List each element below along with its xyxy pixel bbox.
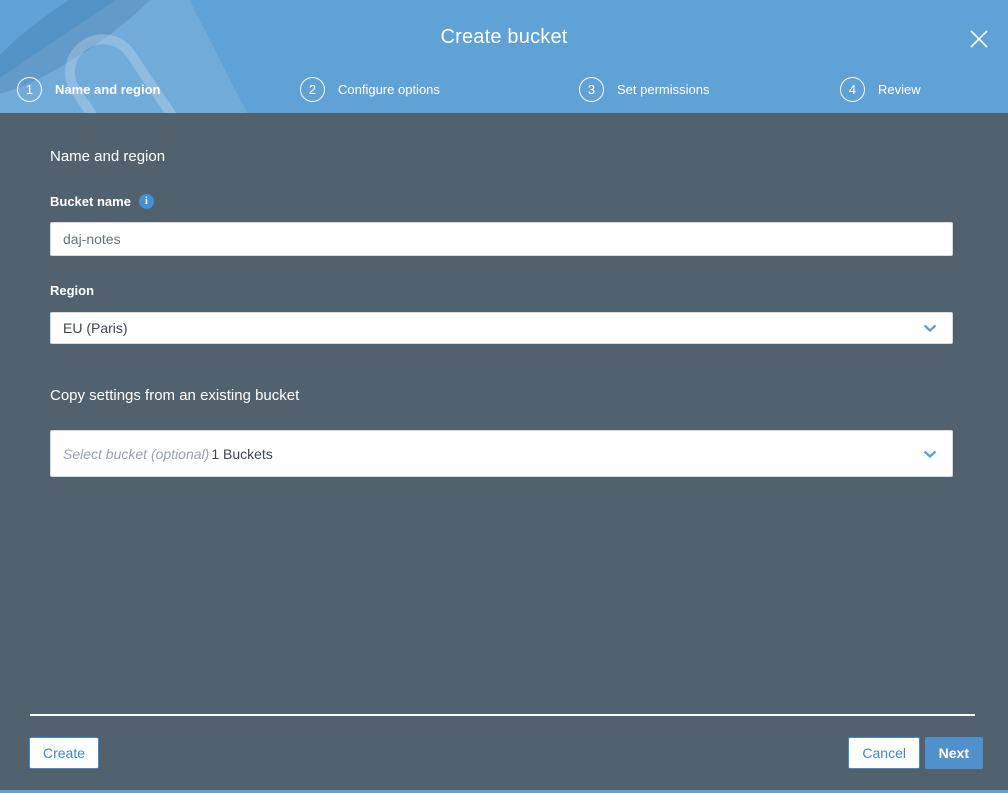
bucket-name-label: Bucket name i (50, 194, 953, 209)
copy-settings-heading: Copy settings from an existing bucket (50, 387, 300, 404)
create-bucket-dialog: Create bucket 1 Name and region 2 Config… (0, 0, 1008, 793)
wizard-steps: 1 Name and region 2 Configure options 3 … (0, 77, 1008, 103)
create-button[interactable]: Create (29, 737, 100, 769)
chevron-down-icon (923, 319, 940, 337)
step-review[interactable]: 4 Review (840, 77, 921, 102)
bucket-count: 1 Buckets (211, 445, 273, 462)
region-select[interactable]: EU (Paris) (50, 312, 953, 344)
form-body: Name and region Bucket name i Region EU … (0, 113, 1008, 477)
region-label-text: Region (50, 283, 95, 298)
info-icon[interactable]: i (138, 194, 154, 209)
close-icon[interactable] (962, 22, 996, 56)
step-number: 1 (17, 77, 42, 102)
bucket-select-placeholder: Select bucket (optional) (63, 445, 210, 462)
step-configure-options[interactable]: 2 Configure options (300, 77, 440, 102)
step-number: 4 (840, 77, 865, 102)
dialog-header: Create bucket 1 Name and region 2 Config… (0, 0, 1008, 113)
step-set-permissions[interactable]: 3 Set permissions (579, 77, 709, 102)
bucket-name-input[interactable] (50, 222, 953, 256)
section-heading-name-and-region: Name and region (50, 148, 166, 165)
footer-divider (30, 714, 975, 716)
dialog-footer: Create Cancel Next (0, 737, 1008, 769)
next-button[interactable]: Next (924, 737, 983, 769)
region-label: Region (50, 283, 953, 298)
step-number: 2 (300, 77, 325, 102)
step-name-and-region[interactable]: 1 Name and region (17, 77, 160, 102)
step-label: Configure options (338, 82, 440, 97)
step-label: Set permissions (617, 82, 710, 97)
copy-settings-bucket-select[interactable]: Select bucket (optional) 1 Buckets (50, 430, 953, 477)
dialog-title: Create bucket (440, 26, 568, 48)
step-label: Name and region (55, 82, 161, 97)
step-label: Review (878, 82, 921, 97)
step-number: 3 (579, 77, 604, 102)
cancel-button[interactable]: Cancel (848, 737, 920, 769)
region-selected-value: EU (Paris) (63, 320, 128, 336)
chevron-down-icon (923, 445, 940, 463)
bucket-name-label-text: Bucket name (50, 194, 131, 209)
